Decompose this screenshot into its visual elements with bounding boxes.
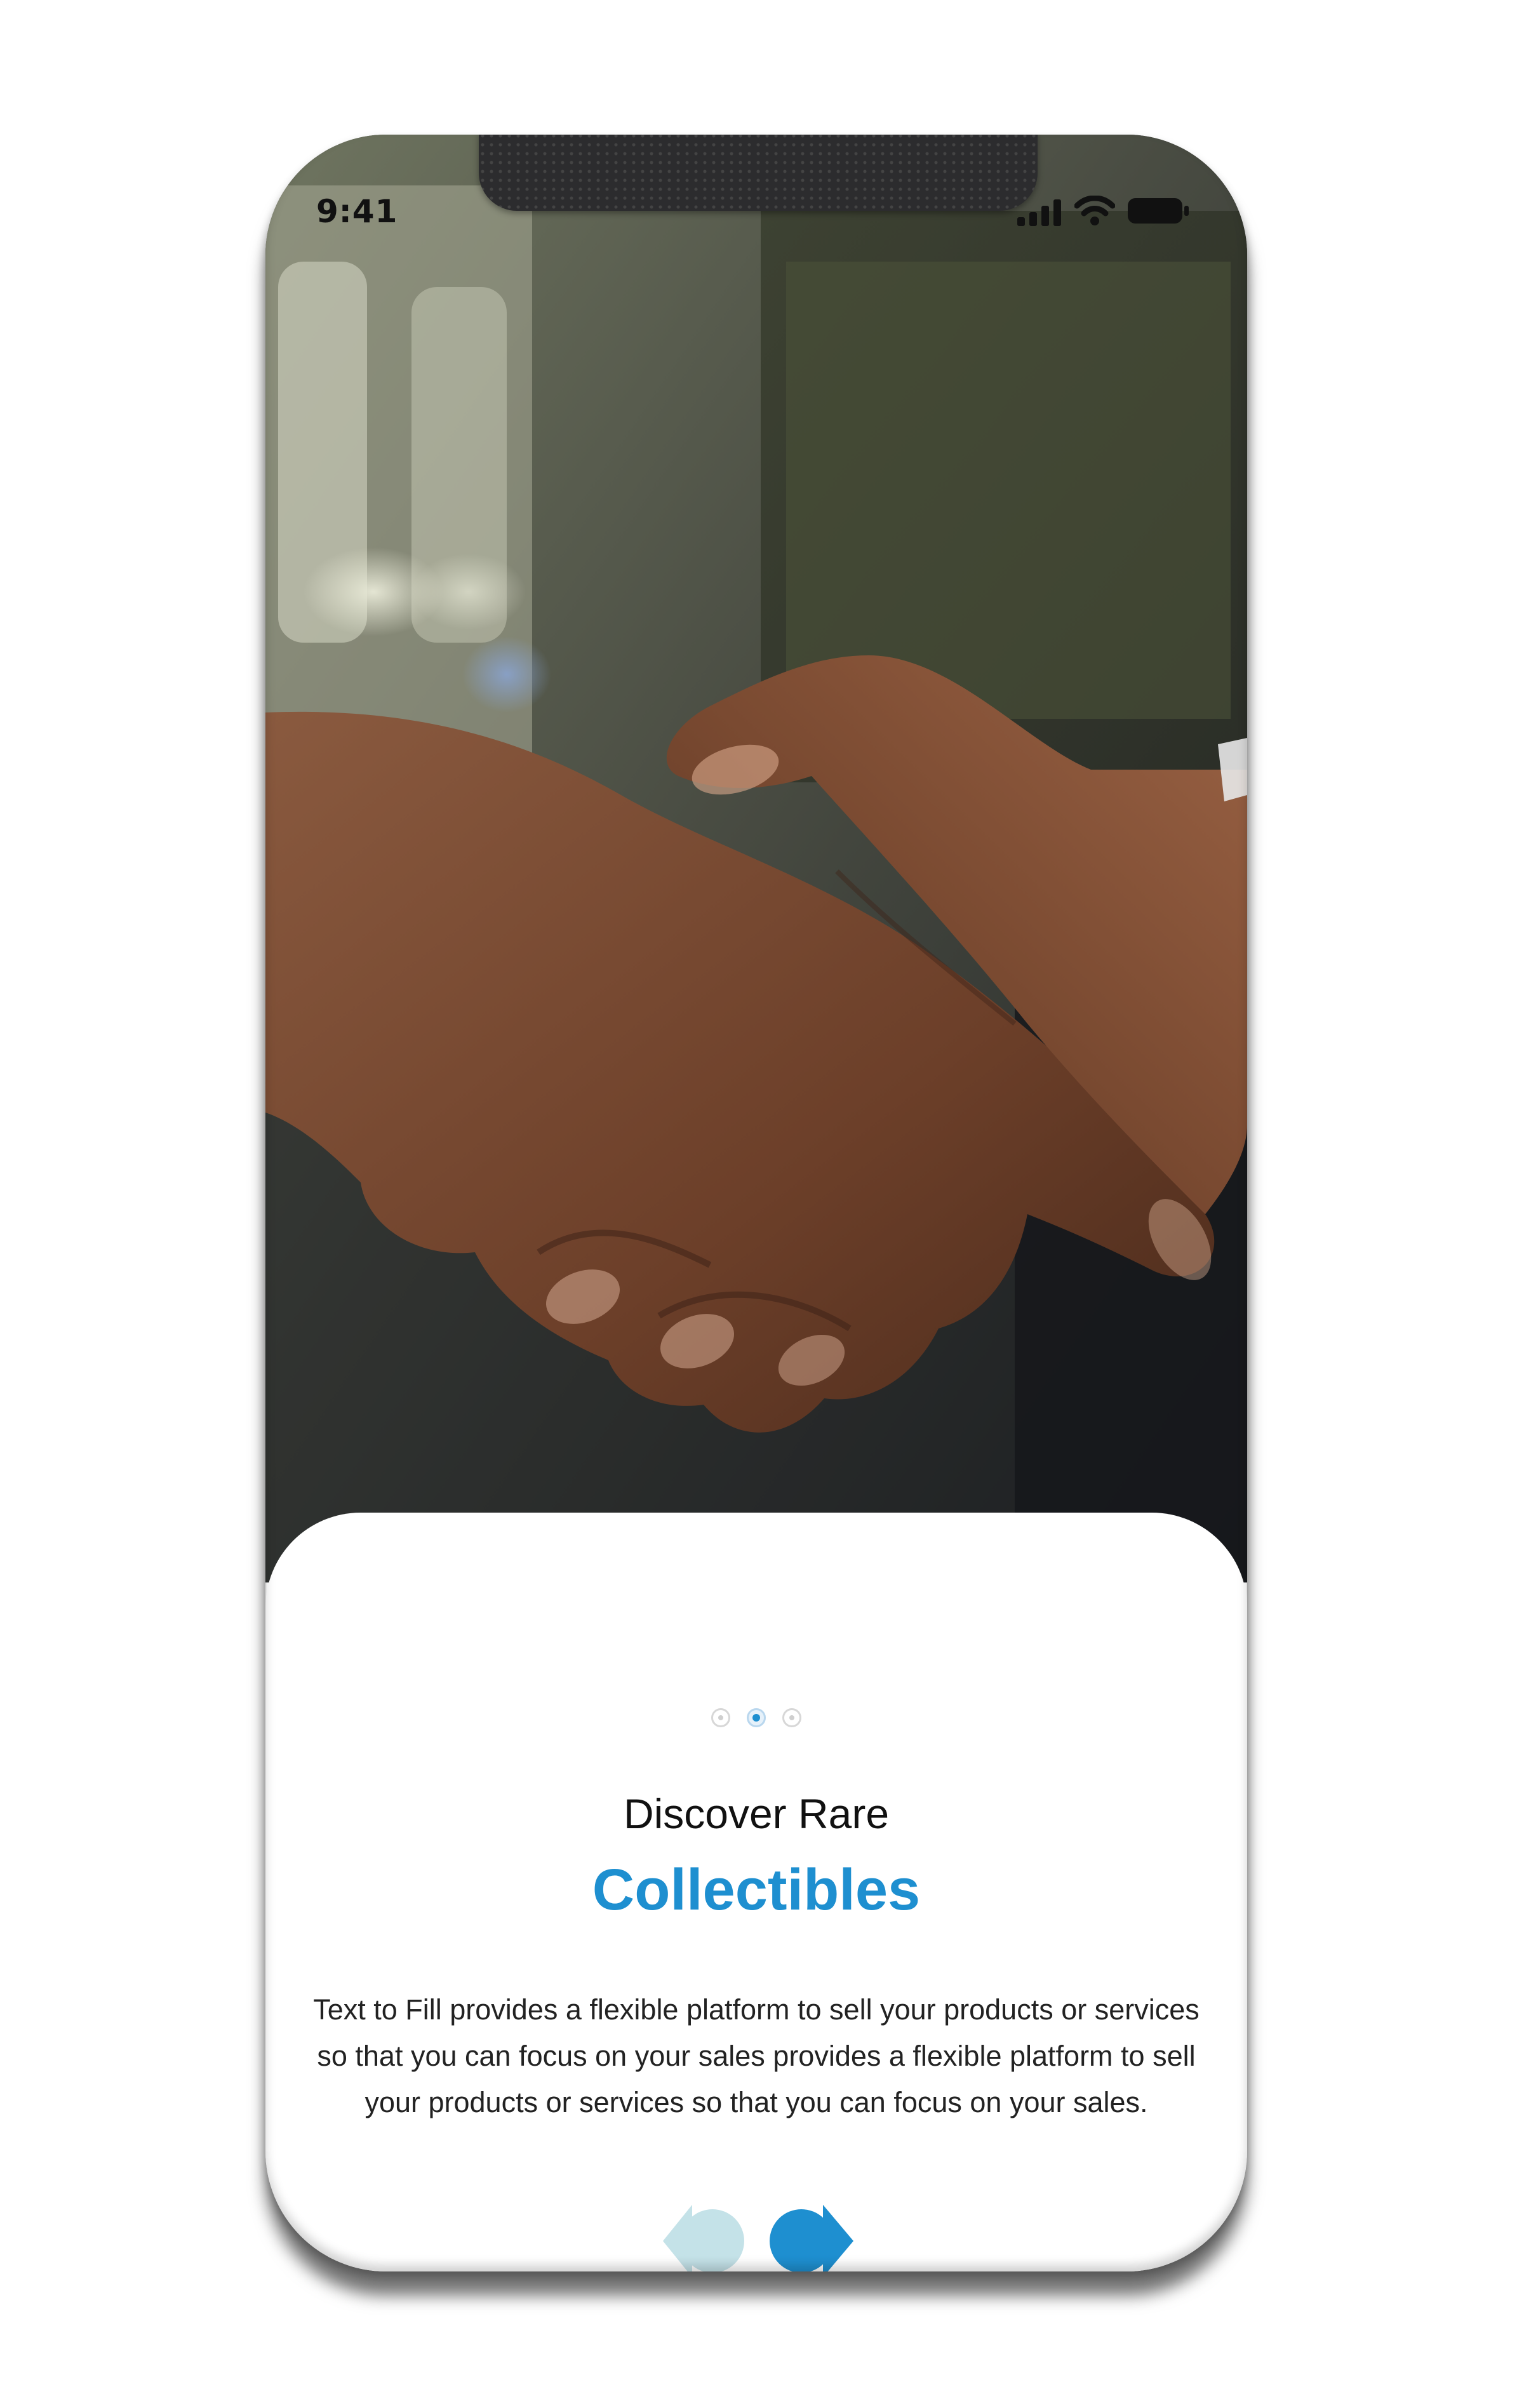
pagination-dot-3[interactable] <box>782 1708 801 1727</box>
chevron-right-icon <box>770 2205 853 2271</box>
hero-image <box>265 135 1247 1582</box>
pagination-dot-1[interactable] <box>711 1708 730 1727</box>
onboarding-subtitle: Discover Rare <box>623 1790 890 1837</box>
signal-icon <box>1017 199 1061 226</box>
onboarding-navigation <box>265 2200 1247 2271</box>
status-time: 9:41 <box>316 193 398 230</box>
phone-device: 9:41 Discover Rare Collectibles Text to … <box>265 135 1247 2271</box>
onboarding-card: Discover Rare Collectibles Text to Fill … <box>265 1513 1247 2271</box>
status-icons <box>1017 194 1190 226</box>
next-button[interactable] <box>762 2200 864 2271</box>
previous-button[interactable] <box>659 2200 761 2271</box>
device-notch <box>479 135 1038 211</box>
status-bar: 9:41 <box>265 135 1247 262</box>
handshake-photo <box>265 135 1247 1582</box>
onboarding-title: Collectibles <box>592 1857 921 1922</box>
wifi-icon <box>1074 196 1115 225</box>
pagination-dots <box>265 1708 1247 1727</box>
chevron-left-icon <box>663 2205 744 2271</box>
pagination-dot-2-active[interactable] <box>747 1708 766 1727</box>
battery-icon <box>1128 198 1189 224</box>
onboarding-description: Text to Fill provides a flexible platfor… <box>313 1993 1200 2118</box>
